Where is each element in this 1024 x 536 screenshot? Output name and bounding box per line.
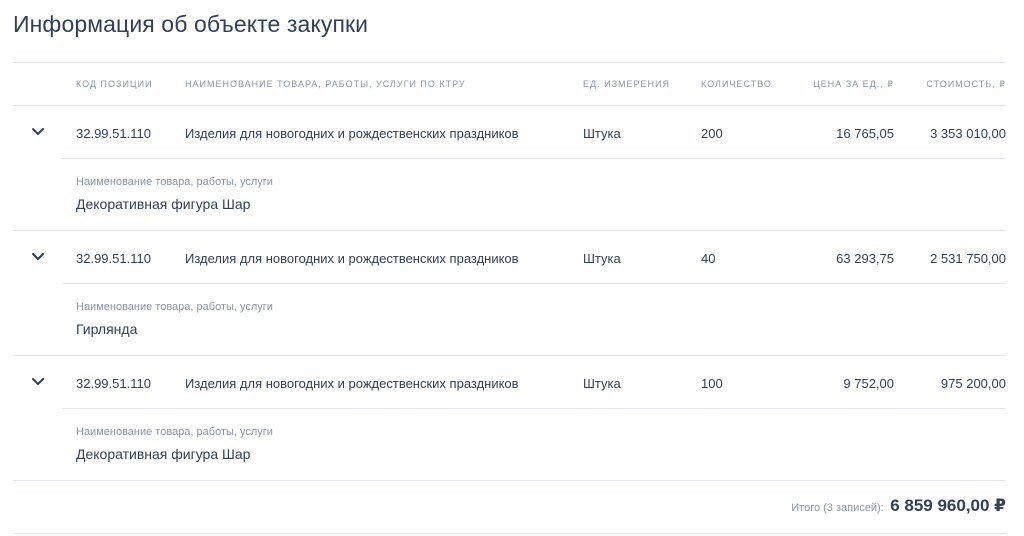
row-price: 16 765,05 xyxy=(836,126,894,141)
row-inner-divider xyxy=(62,158,1006,159)
row-cost: 975 200,00 xyxy=(940,376,1006,391)
detail-value: Гирлянда xyxy=(76,321,138,337)
detail-value: Декоративная фигура Шар xyxy=(76,446,251,462)
chevron-down-icon[interactable] xyxy=(31,252,45,262)
detail-label: Наименование товара, работы, услуги xyxy=(76,176,273,188)
row-unit: Штука xyxy=(583,251,621,266)
row-divider xyxy=(13,480,1006,481)
row-divider xyxy=(13,230,1006,231)
header-code: КОД ПОЗИЦИИ xyxy=(76,79,153,89)
chevron-down-icon[interactable] xyxy=(31,377,45,387)
row-code: 32.99.51.110 xyxy=(76,376,151,391)
row-qty: 40 xyxy=(701,251,716,266)
row-inner-divider xyxy=(62,408,1006,409)
table-total: Итого (3 записей): 6 859 960,00 ₽ xyxy=(791,496,1006,516)
row-unit: Штука xyxy=(583,126,621,141)
total-label: Итого (3 записей): xyxy=(791,502,884,514)
detail-label: Наименование товара, работы, услуги xyxy=(76,301,273,313)
row-code: 32.99.51.110 xyxy=(76,126,151,141)
chevron-down-icon[interactable] xyxy=(31,127,45,137)
detail-value: Декоративная фигура Шар xyxy=(76,196,251,212)
row-name: Изделия для новогодних и рождественских … xyxy=(185,126,519,141)
row-qty: 200 xyxy=(701,126,723,141)
row-inner-divider xyxy=(62,283,1006,284)
header-price: ЦЕНА ЗА ЕД., ₽ xyxy=(813,79,894,89)
header-unit: ЕД. ИЗМЕРЕНИЯ xyxy=(583,79,670,89)
detail-label: Наименование товара, работы, услуги xyxy=(76,426,273,438)
row-qty: 100 xyxy=(701,376,723,391)
row-price: 9 752,00 xyxy=(843,376,894,391)
row-unit: Штука xyxy=(583,376,621,391)
row-name: Изделия для новогодних и рождественских … xyxy=(185,376,519,391)
row-cost: 3 353 010,00 xyxy=(930,126,1006,141)
table-bottom-divider xyxy=(13,533,1006,534)
row-name: Изделия для новогодних и рождественских … xyxy=(185,251,519,266)
row-price: 63 293,75 xyxy=(836,251,894,266)
procurement-object-page: Информация об объекте закупки КОД ПОЗИЦИ… xyxy=(0,0,1024,536)
total-value: 6 859 960,00 ₽ xyxy=(890,496,1006,515)
header-divider xyxy=(13,105,1006,106)
page-title: Информация об объекте закупки xyxy=(13,11,369,37)
row-cost: 2 531 750,00 xyxy=(930,251,1006,266)
header-name: НАИМЕНОВАНИЕ ТОВАРА, РАБОТЫ, УСЛУГИ ПО К… xyxy=(185,79,466,89)
row-code: 32.99.51.110 xyxy=(76,251,151,266)
row-divider xyxy=(13,355,1006,356)
header-qty: КОЛИЧЕСТВО xyxy=(701,79,772,89)
header-cost: СТОИМОСТЬ, ₽ xyxy=(926,79,1006,89)
table-top-divider xyxy=(13,62,1006,63)
